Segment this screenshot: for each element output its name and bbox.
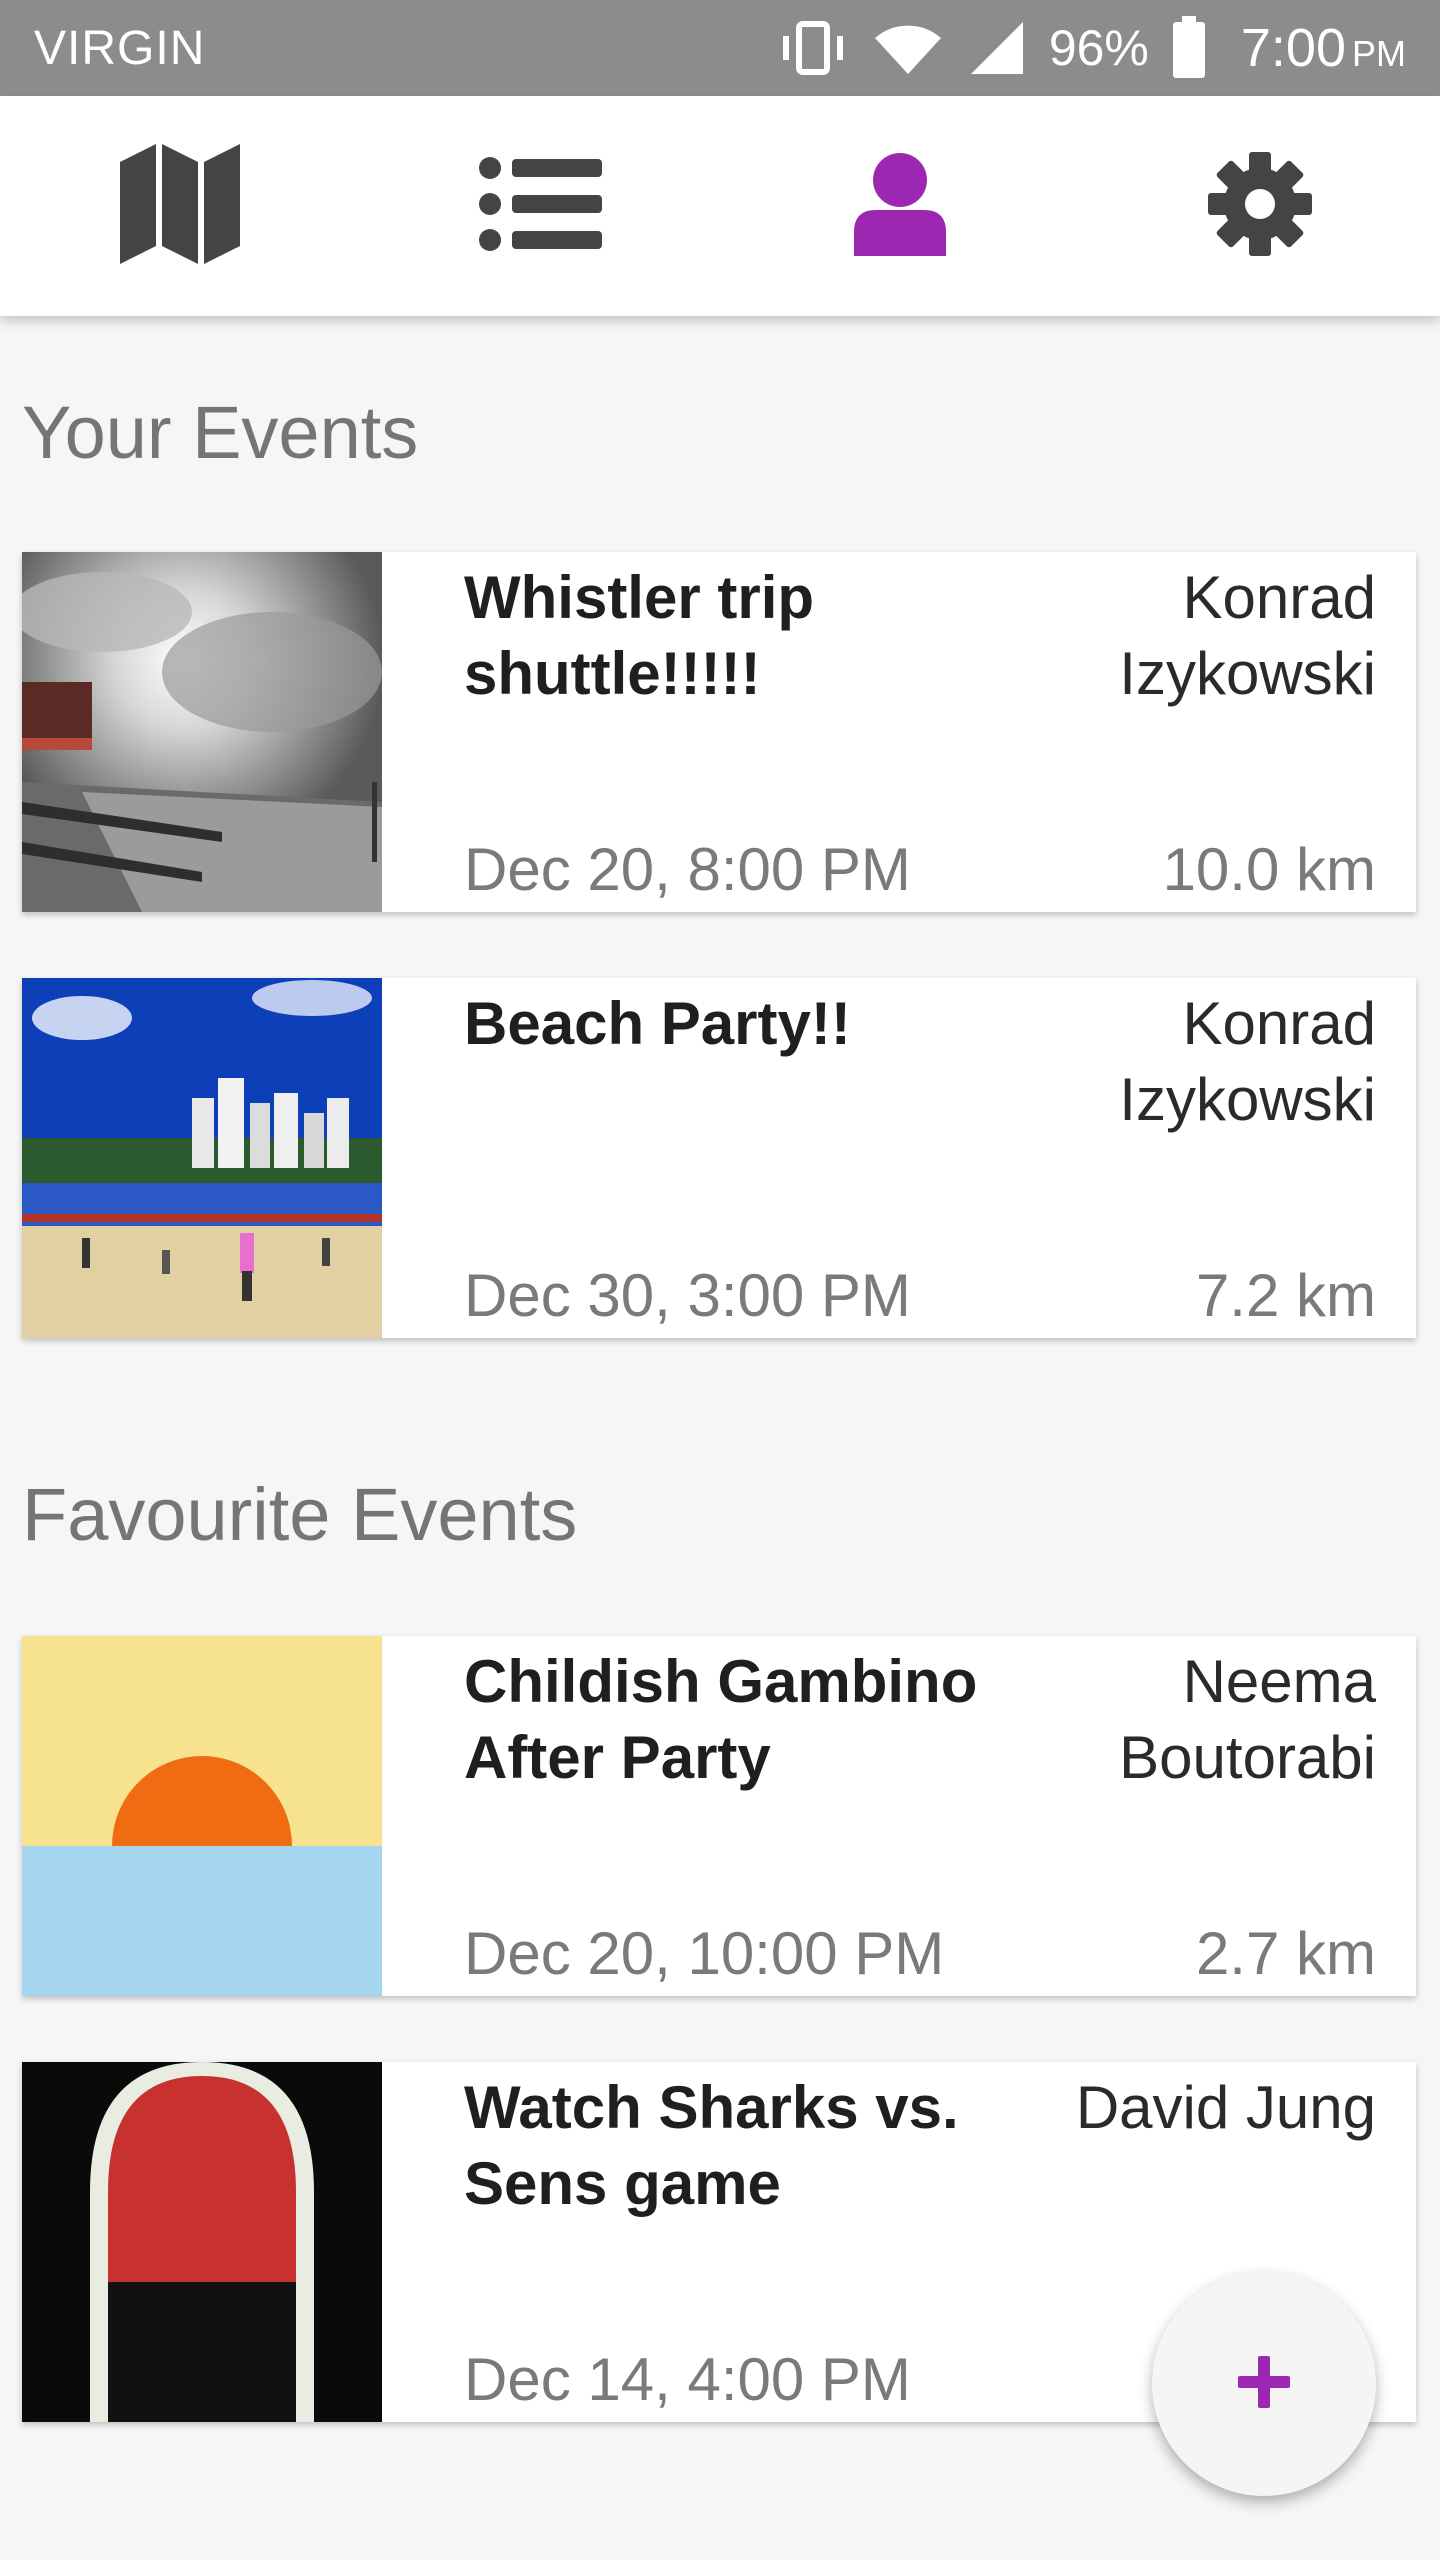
event-title: Whistler trip shuttle!!!!!: [464, 564, 815, 707]
wifi-icon: [871, 18, 945, 78]
add-event-button[interactable]: [1152, 2272, 1376, 2496]
tab-settings[interactable]: [1080, 96, 1440, 316]
map-icon: [118, 142, 242, 271]
tab-list[interactable]: [360, 96, 720, 316]
event-host: Konrad Izykowski: [1119, 990, 1376, 1133]
event-thumbnail: [22, 552, 382, 912]
event-distance: 2.7 km: [1195, 1920, 1376, 1987]
event-distance: 10.0 km: [1162, 836, 1376, 903]
event-date: Dec 30, 3:00 PM: [464, 1262, 911, 1329]
event-host: Neema Boutorabi: [1119, 1648, 1376, 1791]
list-icon: [478, 156, 602, 257]
clock-time: 7:00: [1240, 18, 1346, 78]
status-icons: 96% 7:00 PM: [777, 16, 1406, 80]
top-nav: [0, 96, 1440, 316]
event-title: Beach Party!!: [464, 990, 851, 1057]
vibrate-icon: [777, 18, 849, 78]
tab-map[interactable]: [0, 96, 360, 316]
event-card[interactable]: Childish Gambino After Party Neema Bouto…: [22, 1636, 1416, 1996]
event-date: Dec 20, 8:00 PM: [464, 836, 911, 903]
battery-percent: 96%: [1048, 20, 1149, 76]
gear-icon: [1206, 150, 1314, 263]
event-host: Konrad Izykowski: [1119, 564, 1376, 707]
plus-icon: [1236, 2354, 1292, 2415]
tab-profile[interactable]: [720, 96, 1080, 316]
event-distance: 7.2 km: [1195, 1262, 1376, 1329]
event-thumbnail: [22, 978, 382, 1338]
event-card[interactable]: Beach Party!! Konrad Izykowski Dec 30, 3…: [22, 978, 1416, 1338]
event-date: Dec 14, 4:00 PM: [464, 2346, 911, 2413]
clock: 7:00 PM: [1241, 17, 1406, 79]
event-title: Watch Sharks vs. Sens game: [464, 2074, 959, 2217]
event-date: Dec 20, 10:00 PM: [464, 1920, 945, 1987]
clock-ampm: PM: [1352, 33, 1406, 74]
event-card[interactable]: Whistler trip shuttle!!!!! Konrad Izykow…: [22, 552, 1416, 912]
signal-icon: [967, 18, 1027, 78]
profile-content: Your Events Whistler trip shuttle!!!!! K…: [0, 316, 1440, 2560]
event-title: Childish Gambino After Party: [464, 1648, 978, 1791]
your-events-title: Your Events: [22, 391, 419, 474]
battery-icon: [1171, 16, 1207, 80]
favourite-events-title: Favourite Events: [22, 1473, 578, 1556]
carrier-name: VIRGIN: [34, 21, 206, 75]
status-bar: VIRGIN 96% 7:00 PM: [0, 0, 1440, 96]
event-thumbnail: [22, 2062, 382, 2422]
event-host: David Jung: [1075, 2074, 1376, 2141]
profile-icon: [850, 152, 950, 261]
event-thumbnail: [22, 1636, 382, 1996]
